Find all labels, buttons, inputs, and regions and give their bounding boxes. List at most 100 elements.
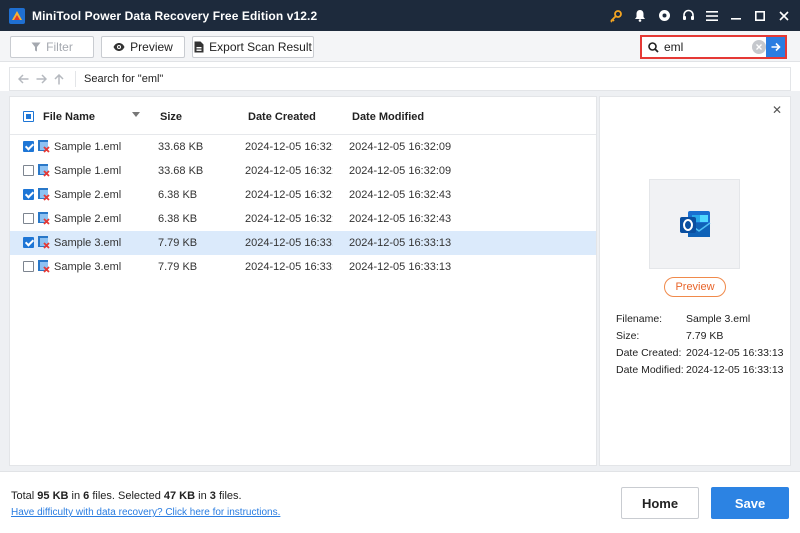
sort-down-icon[interactable] xyxy=(132,112,140,117)
file-date-created: 2024-12-05 16:32:09 xyxy=(245,141,333,153)
row-checkbox[interactable] xyxy=(23,261,34,272)
disc-icon[interactable] xyxy=(652,0,676,31)
search-go-button[interactable] xyxy=(766,37,785,57)
filter-button[interactable]: Filter xyxy=(10,36,94,58)
header-date-created[interactable]: Date Created xyxy=(248,111,316,123)
file-name: Sample 1.eml xyxy=(54,141,122,153)
close-icon[interactable] xyxy=(772,0,796,31)
export-icon xyxy=(194,41,204,53)
selected-size: 47 KB xyxy=(163,490,196,502)
outlook-icon xyxy=(679,211,710,237)
file-date-modified: 2024-12-05 16:33:13 xyxy=(349,261,452,273)
in-text: in xyxy=(68,490,84,502)
filename-label: Filename: xyxy=(616,313,663,325)
select-all-checkbox[interactable] xyxy=(23,111,34,122)
headset-icon[interactable] xyxy=(676,0,700,31)
total-size: 95 KB xyxy=(37,490,69,502)
file-name: Sample 2.eml xyxy=(54,189,122,201)
preview-file-button[interactable]: Preview xyxy=(664,277,726,297)
deleted-email-file-icon xyxy=(38,188,50,201)
file-list-panel: File Name Size Date Created Date Modifie… xyxy=(9,96,597,466)
preview-thumbnail xyxy=(649,179,740,269)
row-checkbox[interactable] xyxy=(23,189,34,200)
navigation-arrows xyxy=(10,71,76,87)
bell-icon[interactable] xyxy=(628,0,652,31)
file-date-created: 2024-12-05 16:32:43 xyxy=(245,213,333,225)
close-preview-icon[interactable]: ✕ xyxy=(772,103,782,117)
date-modified-value: 2024-12-05 16:33:13 xyxy=(686,364,784,376)
row-checkbox[interactable] xyxy=(23,237,34,248)
search-icon xyxy=(644,41,662,53)
maximize-icon[interactable] xyxy=(748,0,772,31)
file-date-modified: 2024-12-05 16:32:09 xyxy=(349,165,452,177)
key-icon[interactable] xyxy=(604,0,628,31)
file-size: 33.68 KB xyxy=(158,141,204,153)
header-file-name[interactable]: File Name xyxy=(43,111,95,123)
file-date-created: 2024-12-05 16:32:09 xyxy=(245,165,333,177)
file-name: Sample 1.eml xyxy=(54,165,122,177)
total-prefix: Total xyxy=(11,490,38,502)
row-checkbox[interactable] xyxy=(23,165,34,176)
address-bar: Search for "eml" xyxy=(9,67,791,91)
app-logo-icon xyxy=(9,7,25,24)
file-name: Sample 3.eml xyxy=(54,237,122,249)
date-modified-label: Date Modified: xyxy=(616,364,684,376)
menu-icon[interactable] xyxy=(700,0,724,31)
file-name: Sample 3.eml xyxy=(54,261,122,273)
selected-in-text: in xyxy=(195,490,210,502)
table-row[interactable]: Sample 3.eml 7.79 KB 2024-12-05 16:33:13… xyxy=(10,231,596,255)
deleted-email-file-icon xyxy=(38,260,50,273)
table-row[interactable]: Sample 3.eml 7.79 KB 2024-12-05 16:33:13… xyxy=(10,255,596,279)
size-value: 7.79 KB xyxy=(686,330,724,342)
header-date-modified[interactable]: Date Modified xyxy=(352,111,424,123)
row-checkbox[interactable] xyxy=(23,141,34,152)
window-title: MiniTool Power Data Recovery Free Editio… xyxy=(32,8,318,23)
title-bar: MiniTool Power Data Recovery Free Editio… xyxy=(0,0,800,31)
file-date-modified: 2024-12-05 16:33:13 xyxy=(349,237,452,249)
export-label: Export Scan Result xyxy=(209,40,312,54)
eye-icon xyxy=(113,42,125,52)
header-size[interactable]: Size xyxy=(160,111,182,123)
row-checkbox[interactable] xyxy=(23,213,34,224)
filename-value: Sample 3.eml xyxy=(686,313,751,325)
files-text: files. Selected xyxy=(89,490,164,502)
status-bar: Total 95 KB in 6 files. Selected 47 KB i… xyxy=(0,471,800,533)
up-arrow-icon[interactable] xyxy=(54,73,64,85)
minimize-icon[interactable] xyxy=(724,0,748,31)
table-row[interactable]: Sample 1.eml 33.68 KB 2024-12-05 16:32:0… xyxy=(10,159,596,183)
forward-arrow-icon[interactable] xyxy=(36,74,47,84)
file-size: 7.79 KB xyxy=(158,261,198,273)
home-button[interactable]: Home xyxy=(621,487,699,519)
preview-button[interactable]: Preview xyxy=(101,36,185,58)
back-arrow-icon[interactable] xyxy=(18,74,29,84)
help-link[interactable]: Have difficulty with data recovery? Clic… xyxy=(11,507,280,518)
preview-panel: ✕ Preview Filename: Sample 3.eml Size: 7.7… xyxy=(599,96,791,466)
selection-summary: Total 95 KB in 6 files. Selected 47 KB i… xyxy=(11,490,242,502)
file-date-modified: 2024-12-05 16:32:43 xyxy=(349,213,452,225)
file-date-created: 2024-12-05 16:33:13 xyxy=(245,237,333,249)
title-bar-controls xyxy=(604,0,800,31)
table-row[interactable]: Sample 2.eml 6.38 KB 2024-12-05 16:32:43… xyxy=(10,207,596,231)
size-label: Size: xyxy=(616,330,640,342)
file-name: Sample 2.eml xyxy=(54,213,122,225)
deleted-email-file-icon xyxy=(38,140,50,153)
deleted-email-file-icon xyxy=(38,212,50,225)
save-button[interactable]: Save xyxy=(711,487,789,519)
table-header: File Name Size Date Created Date Modifie… xyxy=(10,97,596,135)
search-input[interactable] xyxy=(664,40,748,54)
file-size: 33.68 KB xyxy=(158,165,204,177)
file-size: 7.79 KB xyxy=(158,237,198,249)
date-created-value: 2024-12-05 16:33:13 xyxy=(686,347,784,359)
file-date-created: 2024-12-05 16:33:13 xyxy=(245,261,333,273)
file-date-modified: 2024-12-05 16:32:09 xyxy=(349,141,452,153)
export-scan-result-button[interactable]: Export Scan Result xyxy=(192,36,314,58)
table-row[interactable]: Sample 1.eml 33.68 KB 2024-12-05 16:32:0… xyxy=(10,135,596,159)
filter-icon xyxy=(31,42,41,52)
deleted-email-file-icon xyxy=(38,164,50,177)
table-row[interactable]: Sample 2.eml 6.38 KB 2024-12-05 16:32:43… xyxy=(10,183,596,207)
file-date-created: 2024-12-05 16:32:43 xyxy=(245,189,333,201)
arrow-right-icon xyxy=(771,42,781,52)
clear-search-icon[interactable] xyxy=(752,40,766,54)
file-size: 6.38 KB xyxy=(158,189,198,201)
filter-label: Filter xyxy=(46,40,73,54)
